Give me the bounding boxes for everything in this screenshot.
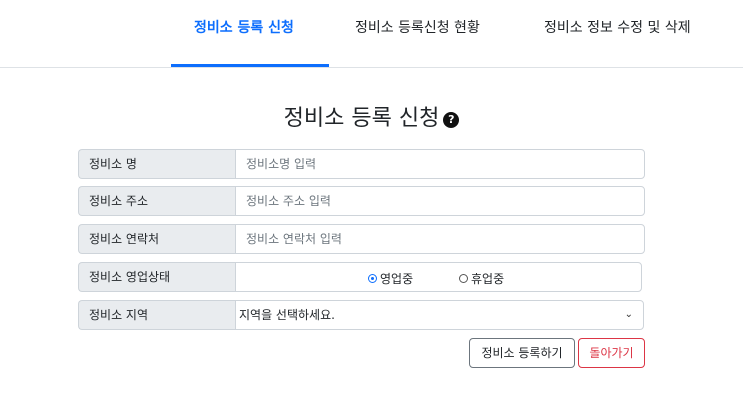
register-button[interactable]: 정비소 등록하기 — [469, 338, 575, 368]
region-label: 정비소 지역 — [78, 300, 235, 330]
status-open-radio[interactable]: 영업중 — [368, 270, 413, 287]
name-input[interactable] — [235, 149, 645, 179]
contact-row: 정비소 연락처 — [78, 224, 645, 254]
radio-checked-icon — [368, 274, 377, 283]
active-tab-indicator — [171, 64, 329, 67]
region-select[interactable]: 지역을 선택하세요. ⌄ — [235, 300, 644, 330]
contact-input[interactable] — [235, 224, 645, 254]
status-label: 정비소 영업상태 — [78, 262, 235, 292]
chevron-down-icon: ⌄ — [624, 309, 633, 320]
name-row: 정비소 명 — [78, 149, 645, 179]
top-nav: 정비소 등록 신청 정비소 등록신청 현황 정비소 정보 수정 및 삭제 — [0, 0, 743, 68]
address-row: 정비소 주소 — [78, 186, 645, 216]
tab-register-request[interactable]: 정비소 등록 신청 — [194, 17, 294, 37]
contact-label: 정비소 연락처 — [78, 224, 235, 254]
region-select-value: 지역을 선택하세요. — [239, 308, 335, 322]
address-input[interactable] — [235, 186, 645, 216]
name-label: 정비소 명 — [78, 149, 235, 179]
status-closed-radio[interactable]: 휴업중 — [459, 270, 504, 287]
status-closed-label: 휴업중 — [471, 272, 505, 286]
status-radio-group: 영업중 휴업중 — [235, 262, 642, 292]
address-label: 정비소 주소 — [78, 186, 235, 216]
radio-unchecked-icon — [459, 274, 468, 283]
status-row: 정비소 영업상태 영업중 휴업중 — [78, 262, 642, 292]
page-title: 정비소 등록 신청 — [283, 106, 440, 131]
page-title-wrap: 정비소 등록 신청? — [0, 100, 743, 132]
help-icon[interactable]: ? — [443, 112, 460, 128]
tab-edit-delete[interactable]: 정비소 정보 수정 및 삭제 — [544, 17, 691, 37]
status-open-label: 영업중 — [380, 272, 414, 286]
region-row: 정비소 지역 지역을 선택하세요. ⌄ — [78, 300, 644, 330]
back-button[interactable]: 돌아가기 — [578, 338, 645, 368]
tab-request-status[interactable]: 정비소 등록신청 현황 — [355, 17, 480, 37]
